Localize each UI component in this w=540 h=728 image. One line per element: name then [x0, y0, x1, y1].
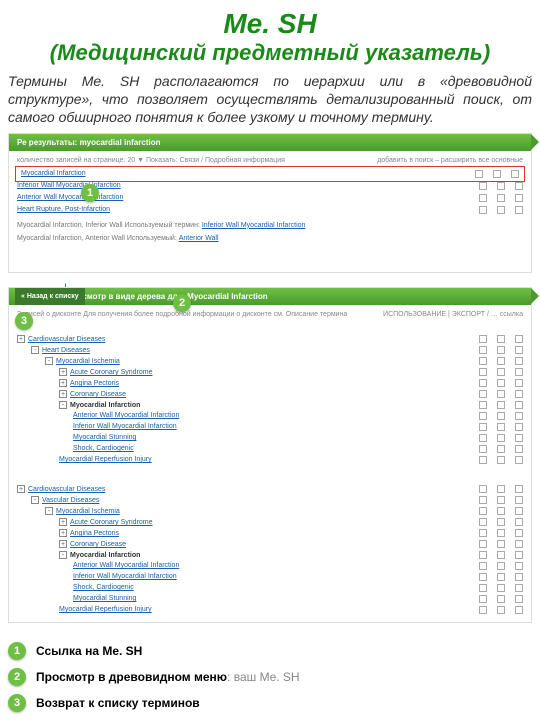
legend: 1Ссылка на Me. SH 2Просмотр в древовидном… [8, 634, 300, 720]
tree-row[interactable]: Shock, Cardiogenic [17, 583, 523, 594]
tree-row[interactable]: -Vascular Diseases [17, 495, 523, 506]
legend-row: 2Просмотр в древовидном меню: ваш Me. SH [8, 668, 300, 686]
tree-row[interactable]: +Coronary Disease [17, 389, 523, 400]
tree-row[interactable]: +Angina Pectoris [17, 378, 523, 389]
tree-meta-right: ИСПОЛЬЗОВАНИЕ | ЭКСПОРТ / … ссылка [383, 311, 523, 318]
marker-1: 1 [81, 184, 99, 202]
tree-row[interactable]: Anterior Wall Myocardial Infarction [17, 561, 523, 572]
tree-row[interactable]: -Myocardial Ischemia [17, 506, 523, 517]
results-card: Ре результаты: myocardial infarction кол… [8, 133, 532, 273]
meta-left: количество записей на странице: 20 ▼ Пок… [17, 157, 285, 164]
meta-right: добавить в поиск – расширить все основны… [377, 157, 523, 164]
tree-row[interactable]: -Myocardial Infarction [17, 400, 523, 411]
title-line2: (Медицинский предметный указатель) [0, 40, 540, 66]
marker-2: 2 [173, 294, 191, 312]
note-1: Myocardial Infarction, Inferior Wall Исп… [17, 222, 523, 229]
tree-card: « Назад к списку Просмотр в виде дерева … [8, 287, 532, 623]
tree-row[interactable]: Inferior Wall Myocardial Infarction [17, 572, 523, 583]
tree-row[interactable]: Myocardial Stunning [17, 433, 523, 444]
tree-row[interactable]: Shock, Cardiogenic [17, 444, 523, 455]
tree-row[interactable]: +Cardiovascular Diseases [17, 484, 523, 495]
result-term[interactable]: Heart Rupture, Post-Infarction [17, 204, 523, 216]
tree-header: « Назад к списку Просмотр в виде дерева … [9, 288, 531, 305]
tree-row[interactable]: +Acute Coronary Syndrome [17, 517, 523, 528]
tree-row[interactable]: +Acute Coronary Syndrome [17, 367, 523, 378]
tree-1: +Cardiovascular Diseases-Heart Diseases-… [9, 328, 531, 472]
tree-row[interactable]: Inferior Wall Myocardial Infarction [17, 422, 523, 433]
back-button[interactable]: « Назад к списку [15, 288, 85, 305]
legend-row: 3Возврат к списку терминов [8, 694, 300, 712]
tree-row[interactable]: -Myocardial Infarction [17, 550, 523, 561]
tree-row[interactable]: Myocardial Reperfusion Injury [17, 455, 523, 466]
marker-3: 3 [15, 312, 33, 330]
tree-row[interactable]: Myocardial Reperfusion Injury [17, 605, 523, 616]
intro-text: Термины Me. SH располагаются по иерархии… [0, 72, 540, 127]
title-line1: Me. SH [0, 8, 540, 40]
result-term[interactable]: Myocardial Infarction [17, 168, 523, 180]
tree-row[interactable]: -Heart Diseases [17, 345, 523, 356]
tree-2: +Cardiovascular Diseases-Vascular Diseas… [9, 478, 531, 622]
tree-meta-left: Записей о дисконте Для получения более п… [17, 311, 347, 318]
legend-row: 1Ссылка на Me. SH [8, 642, 300, 660]
tree-row[interactable]: +Angina Pectoris [17, 528, 523, 539]
tree-row[interactable]: +Coronary Disease [17, 539, 523, 550]
note-2: Myocardial Infarction, Anterior Wall Исп… [17, 235, 523, 242]
tree-row[interactable]: Myocardial Stunning [17, 594, 523, 605]
tree-row[interactable]: Anterior Wall Myocardial Infarction [17, 411, 523, 422]
results-header: Ре результаты: myocardial infarction [9, 134, 531, 151]
note-link-2[interactable]: Anterior Wall [179, 235, 219, 242]
tree-row[interactable]: -Myocardial Ischemia [17, 356, 523, 367]
tree-row[interactable]: +Cardiovascular Diseases [17, 334, 523, 345]
note-link-1[interactable]: Inferior Wall Myocardial Infarction [202, 222, 306, 229]
